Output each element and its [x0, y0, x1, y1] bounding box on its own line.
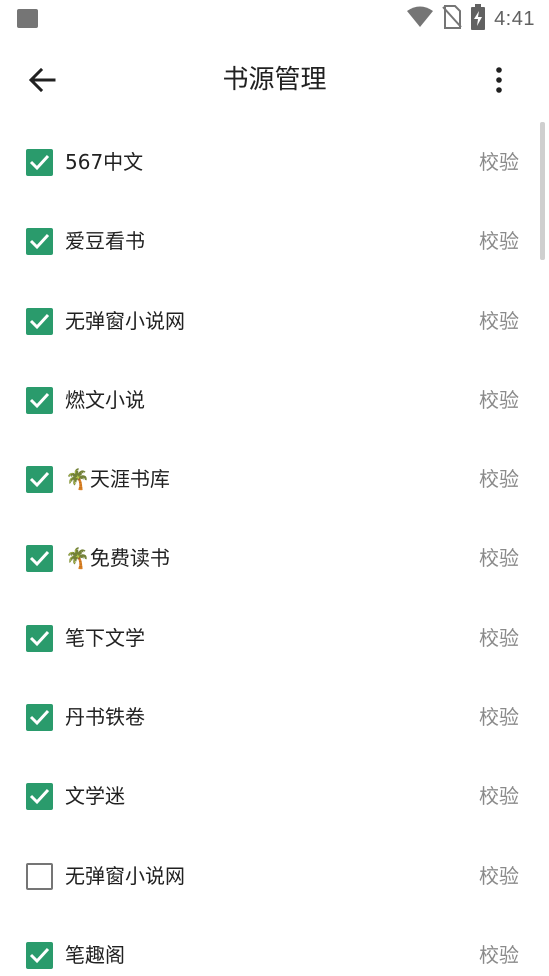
source-checkbox[interactable]: [26, 386, 53, 414]
verify-button[interactable]: 校验: [479, 623, 519, 653]
source-checkbox[interactable]: [26, 704, 53, 732]
source-row[interactable]: 无弹窗小说网 校验: [0, 281, 549, 360]
notification-square-icon: [17, 9, 38, 28]
verify-button[interactable]: 校验: [479, 702, 519, 732]
wifi-icon: [406, 6, 434, 32]
check-icon: [29, 392, 50, 409]
source-row[interactable]: 567中文 校验: [0, 122, 549, 201]
source-row[interactable]: 燃文小说 校验: [0, 360, 549, 439]
source-row[interactable]: 笔下文学 校验: [0, 598, 549, 677]
status-bar: 4:41: [0, 0, 549, 38]
verify-button[interactable]: 校验: [479, 940, 519, 970]
status-icons: 4:41: [406, 4, 535, 34]
source-name: 567中文: [65, 150, 144, 174]
check-icon: [29, 710, 50, 726]
source-name: 🌴免费读书: [65, 546, 170, 571]
source-row[interactable]: 丹书铁卷 校验: [0, 677, 549, 756]
source-checkbox[interactable]: [26, 941, 53, 969]
source-name: 🌴天涯书库: [65, 467, 170, 492]
status-time: 4:41: [494, 7, 535, 30]
source-row[interactable]: 无弹窗小说网 校验: [0, 836, 549, 915]
source-checkbox[interactable]: [26, 466, 53, 494]
verify-button[interactable]: 校验: [479, 781, 519, 811]
source-checkbox[interactable]: [26, 149, 53, 176]
more-vertical-icon: [496, 67, 502, 93]
source-checkbox[interactable]: [26, 624, 53, 652]
verify-button[interactable]: 校验: [479, 464, 519, 494]
check-icon: [29, 789, 50, 805]
source-row[interactable]: 文学迷 校验: [0, 756, 549, 835]
source-checkbox[interactable]: [26, 783, 53, 811]
more-options-button[interactable]: [479, 60, 519, 100]
battery-charging-icon: [470, 4, 486, 34]
app-bar: 书源管理: [0, 38, 549, 122]
verify-button[interactable]: 校验: [479, 385, 519, 415]
source-row[interactable]: 爱豆看书 校验: [0, 201, 549, 280]
source-checkbox[interactable]: [26, 545, 53, 573]
source-name: 文学迷: [65, 784, 125, 809]
verify-button[interactable]: 校验: [479, 543, 519, 573]
source-name: 丹书铁卷: [65, 705, 145, 730]
source-row[interactable]: 🌴免费读书 校验: [0, 518, 549, 597]
source-list[interactable]: 567中文 校验 爱豆看书 校验 无弹窗小说网 校验 燃文小说 校验 🌴天涯书库…: [0, 122, 549, 976]
verify-button[interactable]: 校验: [479, 306, 519, 336]
check-icon: [29, 947, 50, 964]
verify-button[interactable]: 校验: [479, 147, 519, 177]
source-name: 爱豆看书: [65, 229, 145, 254]
verify-button[interactable]: 校验: [479, 861, 519, 891]
source-checkbox[interactable]: [26, 862, 53, 890]
check-icon: [29, 313, 50, 329]
check-icon: [29, 472, 50, 488]
check-icon: [29, 154, 50, 171]
scrollbar[interactable]: [540, 122, 545, 260]
source-name: 笔趣阁: [65, 942, 125, 967]
source-checkbox[interactable]: [26, 228, 53, 256]
no-sim-icon: [442, 5, 462, 33]
source-checkbox[interactable]: [26, 307, 53, 335]
check-icon: [29, 630, 50, 646]
source-name: 笔下文学: [65, 625, 145, 650]
source-row[interactable]: 笔趣阁 校验: [0, 915, 549, 976]
page-title: 书源管理: [222, 65, 327, 95]
source-name: 燃文小说: [65, 387, 145, 412]
source-name: 无弹窗小说网: [65, 863, 185, 888]
source-row[interactable]: 🌴天涯书库 校验: [0, 439, 549, 518]
check-icon: [29, 234, 50, 250]
verify-button[interactable]: 校验: [479, 226, 519, 256]
check-icon: [29, 551, 50, 567]
source-name: 无弹窗小说网: [65, 308, 185, 333]
